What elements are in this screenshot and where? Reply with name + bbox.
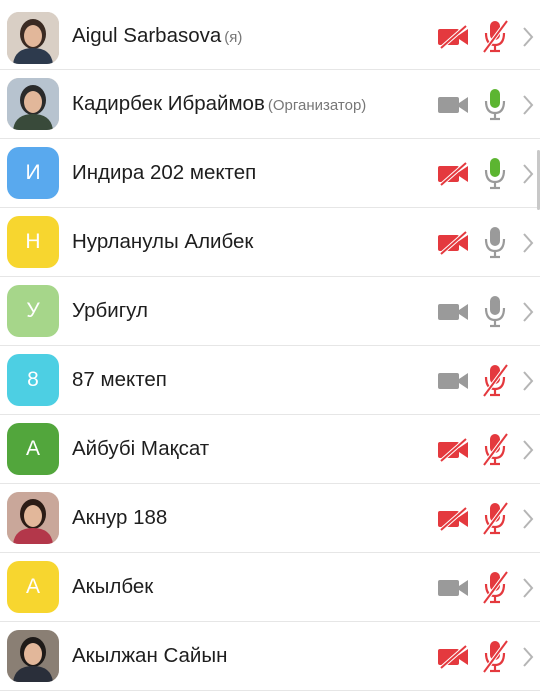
- avatar-letter: Н: [25, 230, 41, 253]
- chevron-right-icon[interactable]: [521, 301, 535, 323]
- participant-name: Aigul Sarbasova (я): [72, 23, 242, 51]
- avatar: У: [7, 285, 59, 337]
- participant-name-text: Нурланулы Алибек: [72, 230, 254, 253]
- chevron-right-icon[interactable]: [521, 163, 535, 185]
- participant-name-text: Индира 202 мектеп: [72, 161, 257, 184]
- participant-name: Кадирбек Ибраймов (Организатор): [72, 91, 366, 119]
- chevron-right-icon[interactable]: [521, 508, 535, 530]
- avatar: [7, 12, 59, 64]
- avatar-photo: [7, 492, 59, 544]
- participant-row[interactable]: И Индира 202 мектеп: [0, 139, 540, 208]
- participant-row[interactable]: Aigul Sarbasova (я): [0, 6, 540, 70]
- video-icon[interactable]: [437, 300, 469, 324]
- mic-muted-icon[interactable]: [481, 501, 509, 535]
- avatar-photo: [7, 12, 59, 64]
- participant-row[interactable]: У Урбигул: [0, 277, 540, 346]
- avatar-letter: А: [25, 575, 40, 598]
- mic-muted-icon[interactable]: [481, 19, 509, 53]
- participant-row[interactable]: Акнур 188: [0, 484, 540, 553]
- mic-icon[interactable]: [481, 156, 509, 190]
- participant-name-text: Aigul Sarbasova: [72, 24, 222, 47]
- participant-role-label: (я): [224, 29, 243, 46]
- mic-muted-icon[interactable]: [481, 432, 509, 466]
- participant-name-text: Урбигул: [72, 299, 148, 322]
- avatar-letter: У: [26, 299, 40, 322]
- participant-name: 87 мектеп: [72, 367, 167, 393]
- video-off-icon[interactable]: [437, 162, 469, 186]
- participant-name-text: Акылбек: [72, 575, 154, 598]
- video-off-icon[interactable]: [437, 25, 469, 49]
- video-icon[interactable]: [437, 369, 469, 393]
- video-off-icon[interactable]: [437, 507, 469, 531]
- chevron-right-icon[interactable]: [521, 232, 535, 254]
- mic-icon[interactable]: [481, 225, 509, 259]
- participant-name: Айбубі Мақсат: [72, 436, 209, 462]
- participant-row[interactable]: Кадирбек Ибраймов (Организатор): [0, 70, 540, 139]
- avatar: И: [7, 147, 59, 199]
- chevron-right-icon[interactable]: [521, 370, 535, 392]
- participants-list: Aigul Sarbasova (я) Кадирбек Ибраймов (Орга…: [0, 6, 540, 691]
- participant-name-text: Акнур 188: [72, 506, 168, 529]
- participant-name: Акылжан Сайын: [72, 643, 227, 669]
- participant-name-text: 87 мектеп: [72, 368, 167, 391]
- avatar-letter: И: [25, 161, 41, 184]
- avatar-letter: 8: [27, 368, 39, 391]
- participant-name: Акылбек: [72, 574, 153, 600]
- mic-muted-icon[interactable]: [481, 570, 509, 604]
- chevron-right-icon[interactable]: [521, 439, 535, 461]
- avatar-photo: [7, 630, 59, 682]
- avatar-photo: [7, 78, 59, 130]
- chevron-right-icon[interactable]: [521, 94, 535, 116]
- chevron-right-icon[interactable]: [521, 577, 535, 599]
- participant-name-text: Кадирбек Ибраймов: [72, 92, 265, 115]
- participant-row[interactable]: Н Нурланулы Алибек: [0, 208, 540, 277]
- participant-name: Нурланулы Алибек: [72, 229, 253, 255]
- avatar: [7, 78, 59, 130]
- participant-row[interactable]: Акылжан Сайын: [0, 622, 540, 691]
- avatar: А: [7, 423, 59, 475]
- avatar: [7, 630, 59, 682]
- avatar: 8: [7, 354, 59, 406]
- participant-name: Урбигул: [72, 298, 148, 324]
- participant-name-text: Акылжан Сайын: [72, 644, 228, 667]
- video-off-icon[interactable]: [437, 438, 469, 462]
- mic-icon[interactable]: [481, 87, 509, 121]
- mic-muted-icon[interactable]: [481, 639, 509, 673]
- chevron-right-icon[interactable]: [521, 646, 535, 668]
- participant-row[interactable]: 8 87 мектеп: [0, 346, 540, 415]
- chevron-right-icon[interactable]: [521, 26, 535, 48]
- avatar-letter: А: [25, 437, 40, 460]
- participant-row[interactable]: А Акылбек: [0, 553, 540, 622]
- participant-role-label: (Организатор): [267, 97, 367, 114]
- mic-icon[interactable]: [481, 294, 509, 328]
- avatar: А: [7, 561, 59, 613]
- video-icon[interactable]: [437, 576, 469, 600]
- avatar: [7, 492, 59, 544]
- video-icon[interactable]: [437, 93, 469, 117]
- avatar: Н: [7, 216, 59, 268]
- video-off-icon[interactable]: [437, 231, 469, 255]
- mic-muted-icon[interactable]: [481, 363, 509, 397]
- participant-row[interactable]: А Айбубі Мақсат: [0, 415, 540, 484]
- participant-name: Акнур 188: [72, 505, 167, 531]
- video-off-icon[interactable]: [437, 645, 469, 669]
- participant-name: Индира 202 мектеп: [72, 160, 256, 186]
- participant-name-text: Айбубі Мақсат: [72, 437, 210, 460]
